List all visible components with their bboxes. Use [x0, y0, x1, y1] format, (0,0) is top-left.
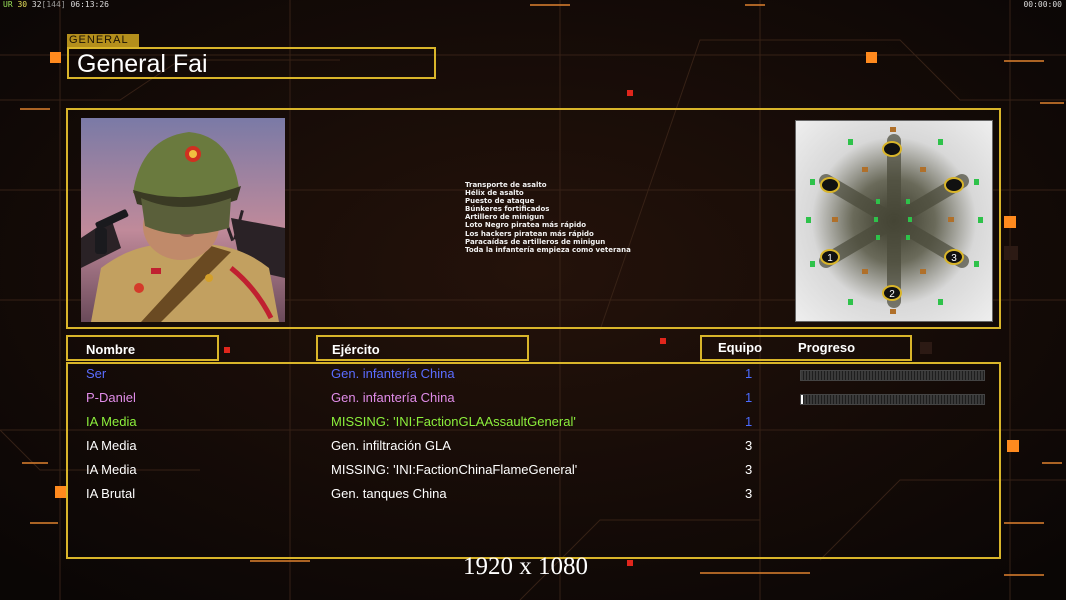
general-info-panel: Transporte de asalto Hélix de asalto Puest…	[66, 108, 1001, 329]
player-row[interactable]: IA Media MISSING: 'INI:FactionChinaFlameG…	[68, 462, 999, 482]
general-feature-item: Puesto de ataque	[465, 197, 535, 206]
hud-timer: 00:00:00	[1023, 0, 1062, 9]
player-row[interactable]: P-Daniel Gen. infantería China 1	[68, 390, 999, 410]
column-header-name-label: Nombre	[86, 342, 136, 357]
player-progress-bar	[800, 394, 985, 405]
player-name: Ser	[86, 366, 107, 381]
hud-segment: 32	[31, 0, 42, 9]
column-header-progress-label: Progreso	[798, 340, 856, 355]
minimap-marker-3: 3	[951, 253, 957, 264]
player-army: Gen. infiltración GLA	[331, 438, 451, 453]
general-title-box: General Fai	[67, 47, 436, 79]
hud-segment: UR	[3, 0, 13, 9]
column-header-name: Nombre	[66, 335, 219, 361]
minimap-marker-1: 1	[827, 253, 833, 264]
player-team: 1	[745, 390, 753, 405]
general-feature-item: Los hackers piratean más rápido	[465, 229, 594, 238]
minimap: 1 2 3	[795, 120, 993, 322]
player-name: IA Brutal	[86, 486, 136, 501]
hud-counters: UR 30 32[144] 06:13:26	[3, 0, 109, 9]
player-name: IA Media	[86, 414, 137, 429]
hud-segment: 06:13:26	[65, 0, 109, 9]
resolution-label: 1920 x 1080	[463, 553, 588, 580]
hud-segment: [144]	[41, 0, 66, 9]
player-row[interactable]: IA Media Gen. infiltración GLA 3	[68, 438, 999, 458]
player-name: IA Media	[86, 462, 137, 477]
general-portrait	[81, 118, 285, 322]
general-features-list: Transporte de asalto Hélix de asalto Puest…	[465, 181, 631, 254]
minimap-marker-2: 2	[889, 289, 895, 300]
player-progress-bar	[800, 370, 985, 381]
general-feature-item: Artillero de minigun	[465, 213, 545, 222]
player-row[interactable]: IA Brutal Gen. tanques China 3	[68, 486, 999, 506]
players-list: Ser Gen. infantería China 1 P-Daniel Gen. in…	[66, 362, 1001, 559]
player-progress-fill	[801, 395, 804, 404]
player-team: 3	[745, 486, 753, 501]
general-feature-item: Paracaídas de artilleros de minigun	[465, 237, 606, 246]
general-feature-item: Búnkeres fortificados	[465, 205, 550, 214]
general-feature-item: Loto Negro piratea más rápido	[465, 221, 587, 230]
player-name: P-Daniel	[86, 390, 136, 405]
player-row[interactable]: Ser Gen. infantería China 1	[68, 366, 999, 386]
general-tag: GENERAL	[67, 34, 139, 47]
general-name: General Fai	[77, 50, 208, 78]
player-team: 1	[745, 366, 753, 381]
general-feature-item: Toda la infantería empieza como veterana	[465, 245, 631, 254]
player-army: Gen. infantería China	[331, 366, 455, 381]
player-army: Gen. infantería China	[331, 390, 455, 405]
player-row[interactable]: IA Media MISSING: 'INI:FactionGLAAssaultG…	[68, 414, 999, 434]
column-header-team-label: Equipo	[718, 340, 763, 355]
player-team: 3	[745, 438, 753, 453]
player-army: MISSING: 'INI:FactionGLAAssaultGeneral'	[331, 414, 576, 429]
player-army: MISSING: 'INI:FactionChinaFlameGeneral'	[331, 462, 578, 477]
column-header-army-label: Ejército	[332, 342, 380, 357]
general-feature-item: Hélix de asalto	[465, 189, 524, 198]
general-feature-item: Transporte de asalto	[465, 181, 547, 189]
hud-segment: 30	[12, 0, 32, 9]
player-army: Gen. tanques China	[331, 486, 447, 501]
column-header-team-progress: Equipo Progreso	[700, 335, 912, 361]
player-team: 1	[745, 414, 753, 429]
column-header-army: Ejército	[316, 335, 529, 361]
player-team: 3	[745, 462, 753, 477]
player-name: IA Media	[86, 438, 137, 453]
